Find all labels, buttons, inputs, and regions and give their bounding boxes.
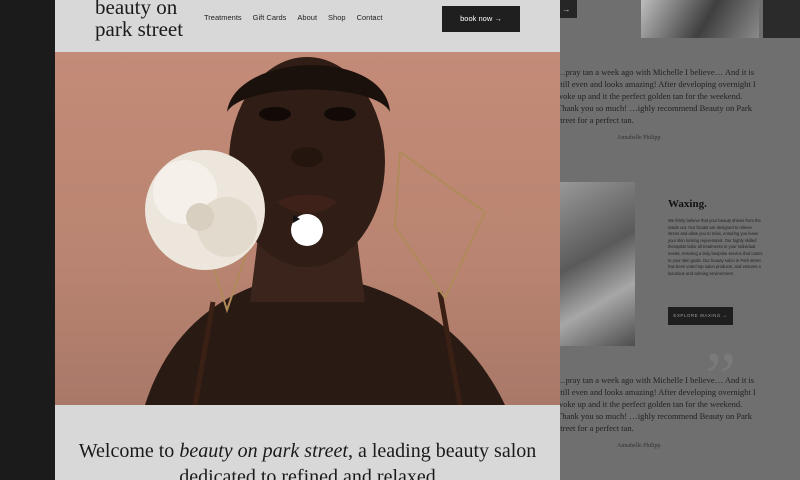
explore-waxing-button: EXPLORE WAXING → xyxy=(668,307,733,325)
waxing-title: Waxing. xyxy=(668,198,707,210)
welcome-heading: Welcome to beauty on park street, a lead… xyxy=(55,438,560,480)
site-header: beauty on park street Treatments Gift Ca… xyxy=(55,0,560,52)
waxing-photo xyxy=(555,182,635,346)
testimonial-author: Annabelle Philipp xyxy=(617,135,661,141)
nav-item-shop[interactable]: Shop xyxy=(328,13,346,22)
testimonial-author: Annabelle Philipp xyxy=(617,443,661,449)
nav-item-about[interactable]: About xyxy=(297,13,317,22)
main-nav: Treatments Gift Cards About Shop Contact xyxy=(204,13,393,22)
book-now-button[interactable]: book now → xyxy=(442,6,520,32)
testimonial-text: …pray tan a week ago with Michelle I bel… xyxy=(557,375,756,433)
background-testimonial: …pray tan a week ago with Michelle I bel… xyxy=(557,66,757,144)
background-top-photo xyxy=(641,0,759,38)
welcome-brand: beauty on park street xyxy=(179,440,348,462)
testimonial-text: …pray tan a week ago with Michelle I bel… xyxy=(557,67,756,125)
logo[interactable]: beauty on park street xyxy=(95,0,185,40)
background-top-block xyxy=(763,0,800,38)
hero-video[interactable] xyxy=(55,52,560,405)
play-button[interactable] xyxy=(291,214,323,246)
waxing-body: We firmly believe that your beauty shine… xyxy=(668,218,763,276)
nav-item-treatments[interactable]: Treatments xyxy=(204,13,242,22)
welcome-prefix: Welcome to xyxy=(78,440,180,462)
play-icon xyxy=(293,215,300,223)
background-site: → …pray tan a week ago with Michelle I b… xyxy=(555,0,800,480)
nav-item-contact[interactable]: Contact xyxy=(357,13,383,22)
background-testimonial: …pray tan a week ago with Michelle I bel… xyxy=(557,374,757,452)
site-preview: beauty on park street Treatments Gift Ca… xyxy=(55,0,560,480)
nav-item-gift-cards[interactable]: Gift Cards xyxy=(253,13,287,22)
